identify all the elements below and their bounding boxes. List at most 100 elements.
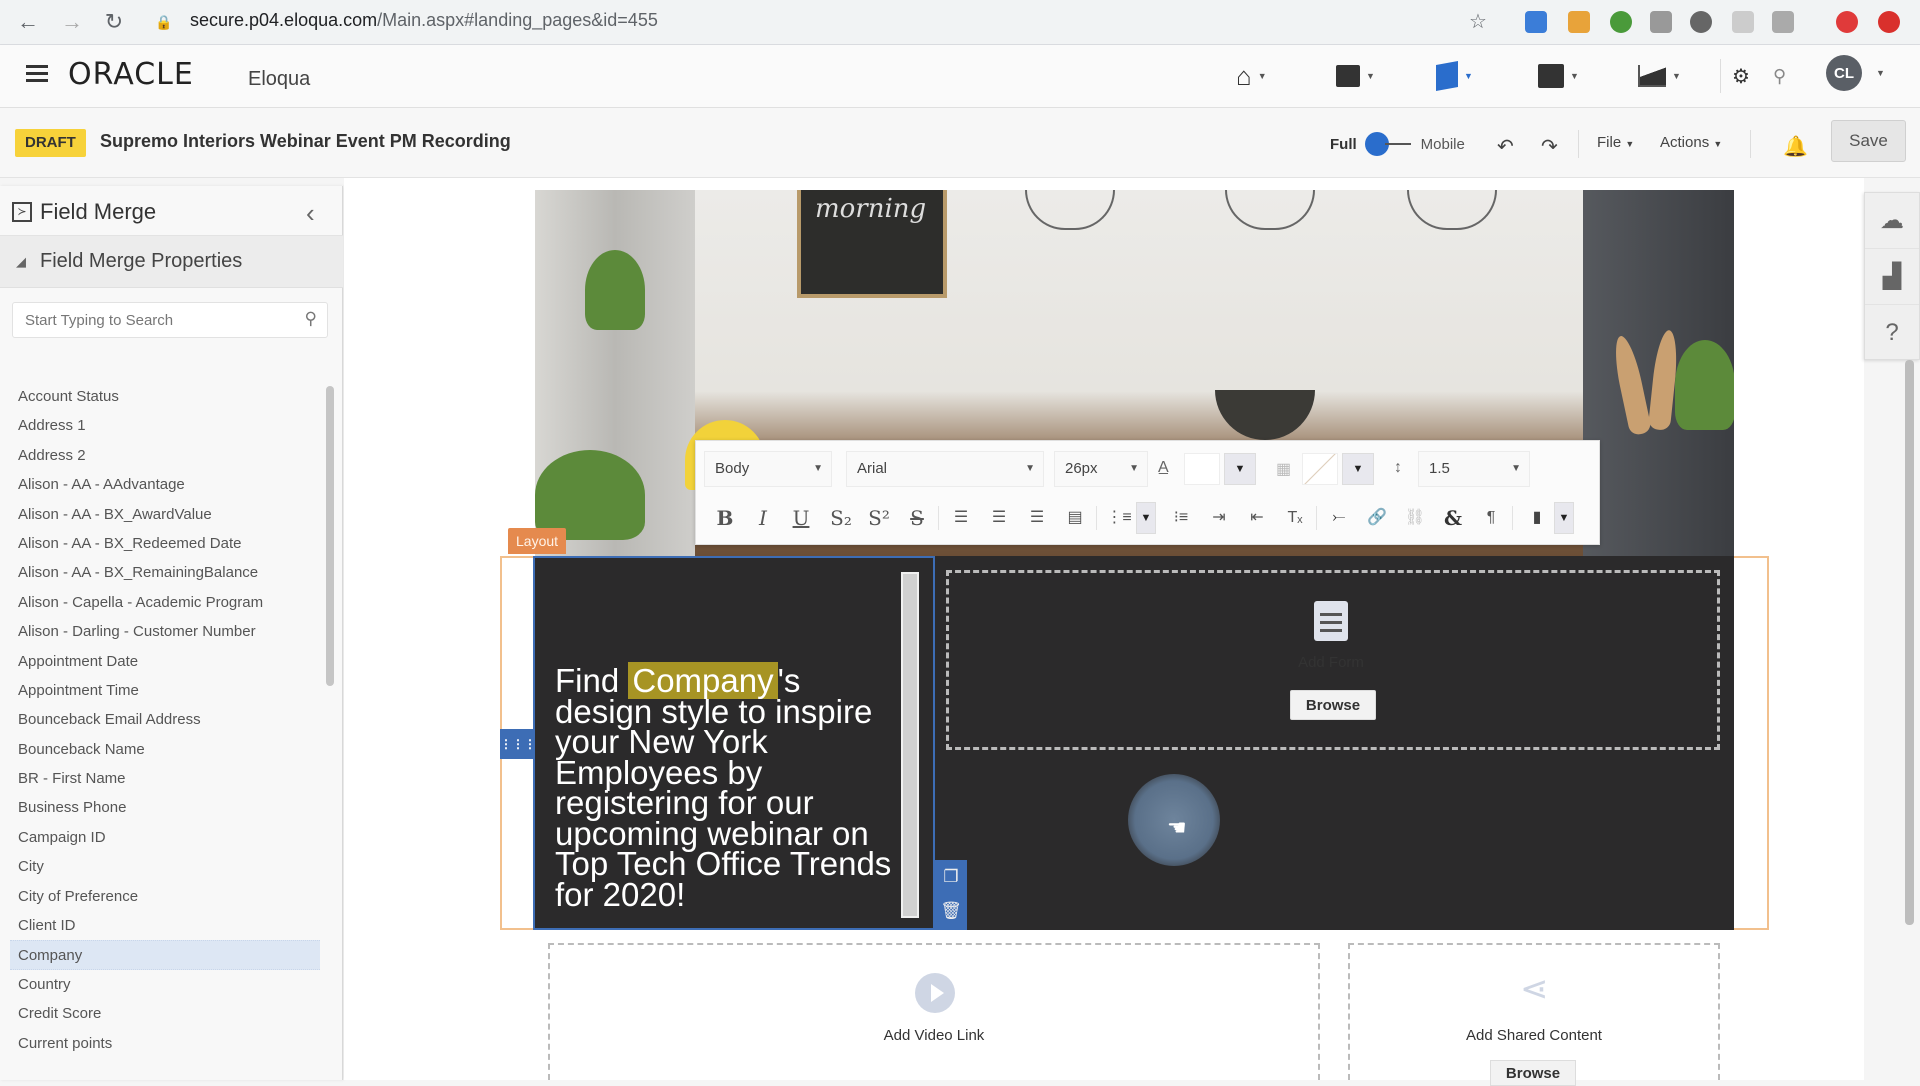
undo-icon[interactable]: ↶: [1497, 134, 1514, 159]
camera-icon[interactable]: [1772, 11, 1794, 33]
add-video-dropzone[interactable]: Add Video Link: [548, 943, 1320, 1080]
text-color-icon[interactable]: A̲: [1158, 459, 1169, 477]
extension-icon[interactable]: [1568, 11, 1590, 33]
extension-icon[interactable]: [1650, 11, 1672, 33]
field-list-item[interactable]: Bounceback Email Address: [10, 705, 320, 734]
line-height-select[interactable]: 1.5 ▼: [1418, 451, 1530, 487]
assets-menu[interactable]: ▼: [1336, 61, 1375, 91]
extension-icon[interactable]: [1690, 11, 1712, 33]
browse-forms-button[interactable]: Browse: [1290, 690, 1376, 720]
notification-bell-icon[interactable]: 🔔: [1783, 134, 1808, 159]
text-color-swatch[interactable]: [1184, 453, 1220, 485]
field-list-item[interactable]: Alison - AA - AAdvantage: [10, 470, 320, 499]
browse-shared-content-button[interactable]: Browse: [1490, 1060, 1576, 1086]
paste-dropdown[interactable]: ▼: [1554, 502, 1574, 534]
user-menu[interactable]: CL ▼: [1826, 55, 1885, 91]
field-list-item[interactable]: Address 1: [10, 411, 320, 440]
back-icon[interactable]: ←: [14, 8, 42, 36]
field-list-item[interactable]: Bounceback Name: [10, 735, 320, 764]
search-icon[interactable]: ⚲: [1773, 61, 1786, 91]
field-list-item[interactable]: City of Preference: [10, 882, 320, 911]
evernote-icon[interactable]: [1610, 11, 1632, 33]
field-list-item[interactable]: Client ID: [10, 911, 320, 940]
trash-icon[interactable]: 🗑: [935, 894, 967, 928]
file-menu[interactable]: File ▼: [1597, 134, 1634, 151]
italic-button[interactable]: I: [748, 502, 778, 534]
field-list-item[interactable]: Campaign ID: [10, 823, 320, 852]
align-left-icon[interactable]: ☰: [946, 502, 976, 534]
contacts-menu[interactable]: ▼: [1538, 61, 1579, 91]
canvas-scrollbar[interactable]: [1905, 360, 1914, 925]
analytics-icon[interactable]: ▟: [1865, 249, 1919, 305]
field-list-item[interactable]: Alison - AA - BX_AwardValue: [10, 500, 320, 529]
field-list-item[interactable]: Credit Score: [10, 999, 320, 1028]
cloud-content-icon[interactable]: ☁: [1865, 193, 1919, 249]
numbered-list-icon[interactable]: ⁝≡: [1166, 502, 1196, 534]
background-color-icon[interactable]: ▦: [1276, 459, 1291, 479]
analytics-menu[interactable]: ▼: [1638, 61, 1681, 91]
properties-section-header[interactable]: ◢ Field Merge Properties: [0, 236, 343, 288]
field-list-item[interactable]: Alison - AA - BX_Redeemed Date: [10, 529, 320, 558]
field-list-item[interactable]: Account Status: [10, 382, 320, 411]
underline-button[interactable]: U: [786, 502, 816, 534]
strikethrough-button[interactable]: S: [902, 502, 932, 534]
bookmark-star-icon[interactable]: ☆: [1464, 8, 1492, 36]
superscript-button[interactable]: S²: [864, 502, 894, 534]
text-block-scrollbar[interactable]: [901, 572, 919, 918]
copy-icon[interactable]: ❐: [935, 860, 967, 894]
field-list-item[interactable]: Appointment Time: [10, 676, 320, 705]
search-icon[interactable]: ⚲: [305, 309, 317, 329]
bold-button[interactable]: B: [710, 502, 740, 534]
paragraph-mark-icon[interactable]: ¶: [1476, 502, 1506, 534]
outdent-icon[interactable]: ⇤: [1242, 502, 1272, 534]
text-block-content[interactable]: Find Company's design style to inspire y…: [555, 662, 895, 910]
view-toggle-switch[interactable]: [1364, 132, 1413, 156]
special-character-icon[interactable]: &: [1438, 502, 1468, 534]
background-color-dropdown[interactable]: ▼: [1342, 453, 1374, 485]
text-block[interactable]: Find Company's design style to inspire y…: [533, 556, 935, 930]
view-toggle[interactable]: Full Mobile: [1330, 132, 1465, 156]
link-icon[interactable]: 🔗: [1362, 502, 1392, 534]
field-list-item[interactable]: Alison - Capella - Academic Program: [10, 588, 320, 617]
paragraph-style-select[interactable]: Body ▼: [704, 451, 832, 487]
indent-icon[interactable]: ⇥: [1204, 502, 1234, 534]
field-list-item[interactable]: Country: [10, 970, 320, 999]
field-search-input[interactable]: [13, 303, 293, 337]
address-bar[interactable]: secure.p04.eloqua.com/Main.aspx#landing_…: [190, 10, 658, 31]
field-list-item[interactable]: Alison - AA - BX_RemainingBalance: [10, 558, 320, 587]
menu-icon[interactable]: [26, 65, 48, 83]
unlink-icon[interactable]: ⛓: [1400, 502, 1430, 534]
settings-icon[interactable]: ⚙: [1732, 61, 1750, 91]
text-color-dropdown[interactable]: ▼: [1224, 453, 1256, 485]
field-list-item[interactable]: Appointment Date: [10, 647, 320, 676]
home-menu[interactable]: ⌂ ▼: [1236, 61, 1267, 91]
field-list-item[interactable]: Company: [10, 940, 320, 970]
field-list-scrollbar[interactable]: [326, 386, 334, 686]
font-family-select[interactable]: Arial ▼: [846, 451, 1044, 487]
bulleted-list-icon[interactable]: ⋮≡: [1104, 502, 1134, 534]
align-center-icon[interactable]: ☰: [984, 502, 1014, 534]
field-list-item[interactable]: Current points: [10, 1029, 320, 1058]
field-list-item[interactable]: Address 2: [10, 441, 320, 470]
align-right-icon[interactable]: ☰: [1022, 502, 1052, 534]
field-list-item[interactable]: Business Phone: [10, 793, 320, 822]
extension-icon[interactable]: [1732, 11, 1754, 33]
field-list-item[interactable]: Alison - Darling - Customer Number: [10, 617, 320, 646]
background-color-swatch[interactable]: [1302, 453, 1338, 485]
font-size-select[interactable]: 26px ▼: [1054, 451, 1148, 487]
reload-icon[interactable]: ↻: [100, 8, 128, 36]
redo-icon[interactable]: ↷: [1541, 134, 1558, 159]
drag-handle[interactable]: ⋮⋮⋮: [500, 729, 536, 759]
bulleted-list-dropdown[interactable]: ▼: [1136, 502, 1156, 534]
paste-icon[interactable]: ▮: [1522, 502, 1552, 534]
subscript-button[interactable]: S₂: [826, 502, 856, 534]
field-list-item[interactable]: City: [10, 852, 320, 881]
field-list-item[interactable]: BR - First Name: [10, 764, 320, 793]
clear-formatting-icon[interactable]: Tₓ: [1280, 502, 1310, 534]
collapse-panel-icon[interactable]: ‹: [306, 198, 315, 229]
align-justify-icon[interactable]: ▤: [1060, 502, 1090, 534]
save-button[interactable]: Save: [1831, 120, 1906, 162]
forward-icon[interactable]: →: [58, 8, 86, 36]
layout-tag[interactable]: Layout: [508, 528, 567, 554]
actions-menu[interactable]: Actions ▼: [1660, 134, 1722, 151]
